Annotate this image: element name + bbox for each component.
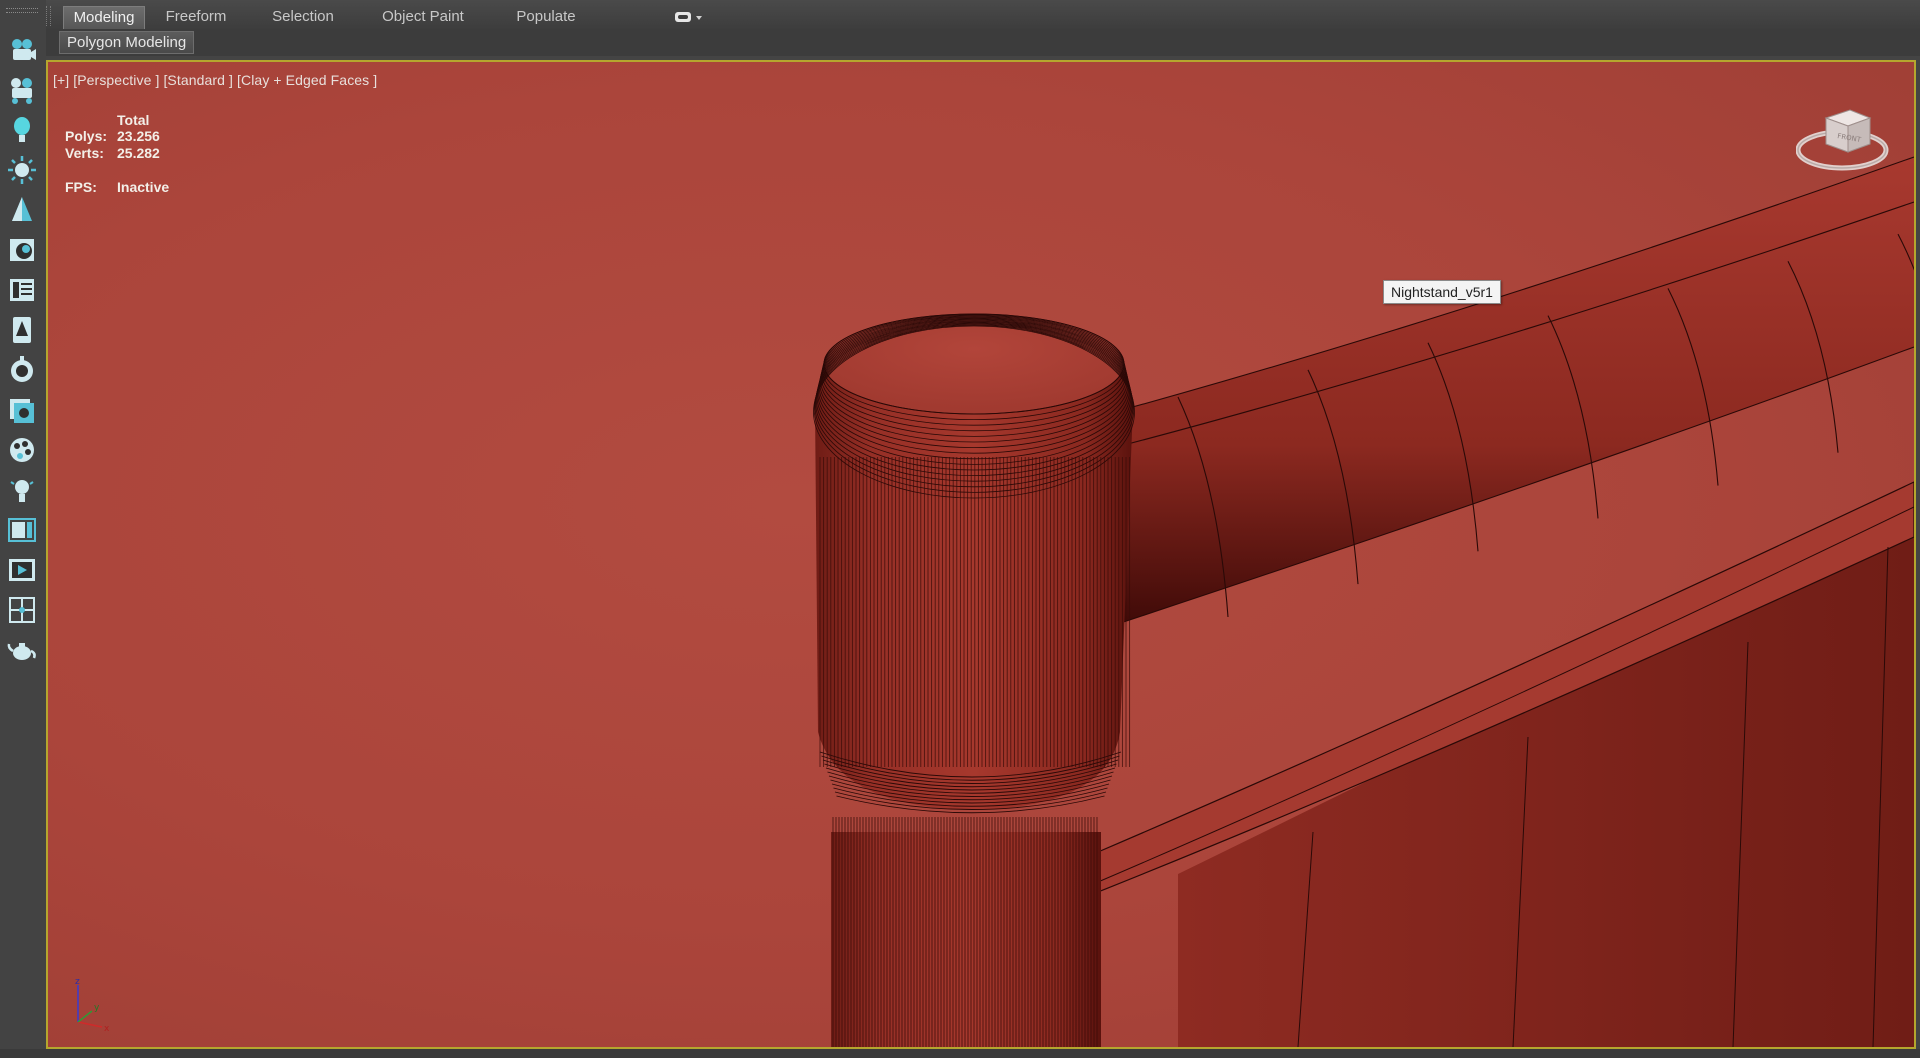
axis-y-label: y <box>94 1003 100 1013</box>
render-frame-icon[interactable] <box>6 394 38 426</box>
ribbon-grip[interactable] <box>46 6 51 26</box>
status-strip <box>0 1049 1920 1058</box>
viewcube[interactable]: FRONT <box>1795 102 1892 182</box>
scene-explorer-icon[interactable] <box>6 274 38 306</box>
object-name-tooltip: Nightstand_v5r1 <box>1383 280 1501 304</box>
axis-x-label: x <box>104 1024 110 1032</box>
verts-label: Verts: <box>65 145 104 161</box>
perspective-viewport[interactable]: [+] [Perspective ] [Standard ] [Clay + E… <box>46 60 1916 1049</box>
omni-light-icon[interactable] <box>6 474 38 506</box>
active-shade-icon[interactable] <box>6 554 38 586</box>
verts-value: 25.282 <box>117 145 160 161</box>
ribbon-panel: Polygon Modeling <box>46 29 1920 56</box>
material-editor-icon[interactable] <box>6 234 38 266</box>
foliage-icon[interactable] <box>6 314 38 346</box>
tab-populate[interactable]: Populate <box>498 6 594 28</box>
grid-snap-icon[interactable] <box>6 594 38 626</box>
tree-icon[interactable] <box>6 194 38 226</box>
camera-rig-icon[interactable] <box>6 74 38 106</box>
render-setup-icon[interactable] <box>6 354 38 386</box>
viewport-layout-icon[interactable] <box>6 514 38 546</box>
ribbon-tab-bar: Modeling Freeform Selection Object Paint… <box>46 0 1920 30</box>
tab-object-paint[interactable]: Object Paint <box>368 6 478 28</box>
tab-modeling[interactable]: Modeling <box>63 6 145 29</box>
left-toolbar <box>0 0 46 1058</box>
sun-icon[interactable] <box>6 154 38 186</box>
toolbar-grip[interactable] <box>6 8 38 13</box>
polys-label: Polys: <box>65 128 108 144</box>
toggle-dropdown-icon[interactable] <box>673 8 709 26</box>
fps-value: Inactive <box>117 179 170 195</box>
stats-header: Total <box>117 112 150 128</box>
camera-icon[interactable] <box>6 34 38 66</box>
tab-selection[interactable]: Selection <box>258 6 348 28</box>
tab-freeform[interactable]: Freeform <box>151 6 241 28</box>
polygon-modeling-button[interactable]: Polygon Modeling <box>59 31 195 54</box>
teapot-icon[interactable] <box>6 634 38 666</box>
scene-3d[interactable] <box>48 62 1914 1047</box>
light-bulb-icon[interactable] <box>6 114 38 146</box>
fps-label: FPS: <box>65 179 97 195</box>
axis-z-label: z <box>75 977 80 987</box>
polys-value: 23.256 <box>117 128 160 144</box>
axis-tripod: z y x <box>68 977 118 1034</box>
viewport-label-menu[interactable]: [+] [Perspective ] [Standard ] [Clay + E… <box>53 72 377 88</box>
palette-icon[interactable] <box>6 434 38 466</box>
